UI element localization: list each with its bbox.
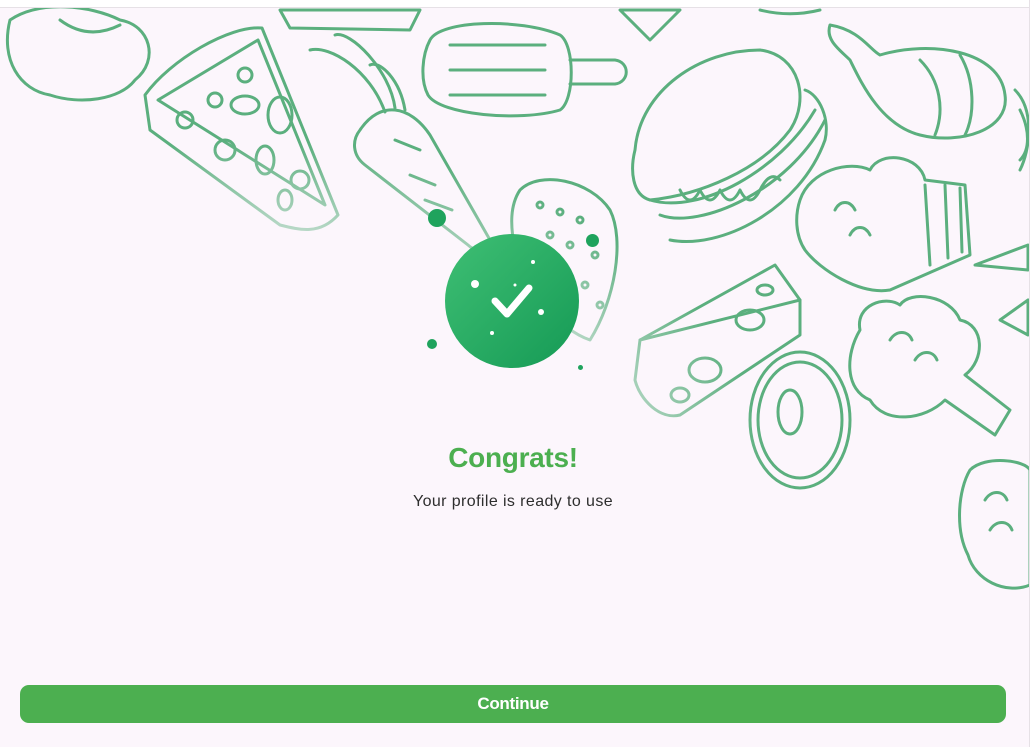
congrats-message: Your profile is ready to use	[412, 493, 614, 510]
confetti-dot	[428, 209, 446, 227]
check-icon	[471, 260, 544, 335]
congrats-title: Congrats!	[448, 442, 578, 473]
confetti-dot	[427, 339, 437, 349]
window-edge	[1029, 0, 1033, 747]
continue-button[interactable]: Continue	[20, 685, 1006, 723]
background-fade	[0, 0, 1033, 747]
congrats-screen: Congrats! Your profile is ready to use C…	[0, 0, 1033, 747]
confetti-dot	[586, 234, 599, 247]
success-badge	[445, 234, 579, 368]
top-bar	[0, 0, 1033, 8]
